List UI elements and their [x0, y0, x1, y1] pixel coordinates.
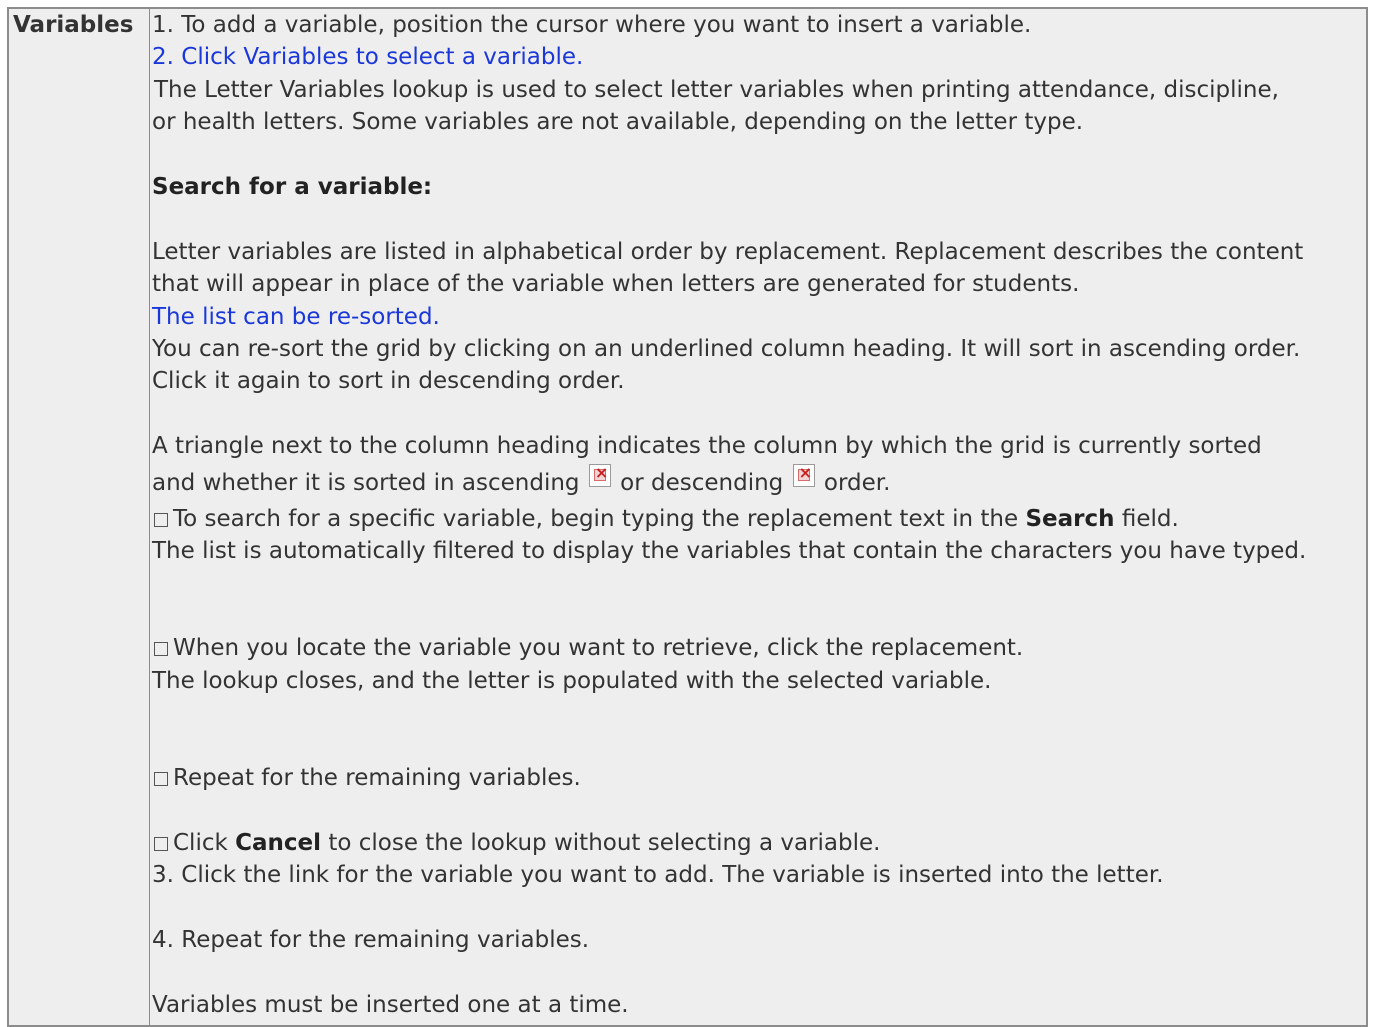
locate-result: The lookup closes, and the letter is pop… [152, 667, 992, 694]
row-content: 1. To add a variable, position the curso… [150, 8, 1368, 1026]
triangle-description-line-1: A triangle next to the column heading in… [152, 433, 1262, 460]
broken-image-icon [792, 463, 815, 487]
search-heading: Search for a variable: [152, 174, 433, 201]
checkbox-icon[interactable] [154, 836, 168, 851]
list-description-line-1: Letter variables are listed in alphabeti… [152, 238, 1304, 265]
resort-description-line-2: Click it again to sort in descending ord… [152, 368, 625, 395]
repeat-step: Repeat for the remaining variables. [152, 762, 1366, 794]
checkbox-icon[interactable] [154, 642, 168, 657]
resort-link[interactable]: The list can be re-sorted. [152, 301, 1366, 333]
step-4: 4. Repeat for the remaining variables. [152, 926, 590, 953]
search-result: The list is automatically filtered to di… [152, 538, 1307, 565]
triangle-text-a: and whether it is sorted in ascending [152, 469, 580, 496]
step-1: 1. To add a variable, position the curso… [152, 12, 1032, 38]
row-label: Variables [8, 8, 150, 1026]
checkbox-icon[interactable] [154, 771, 168, 786]
resort-description-line-1: You can re-sort the grid by clicking on … [152, 336, 1301, 363]
cancel-step: Click Cancel to close the lookup without… [152, 827, 1366, 859]
triangle-description-line-2: and whether it is sorted in ascending or… [152, 463, 1366, 503]
broken-image-icon [588, 463, 611, 487]
lookup-intro-line-1: The Letter Variables lookup is used to s… [154, 76, 1279, 103]
lookup-intro-line-2: or health letters. Some variables are no… [152, 109, 1084, 136]
footer-note: Variables must be inserted one at a time… [152, 991, 629, 1018]
checkbox-icon[interactable] [154, 512, 168, 527]
list-description-line-2: that will appear in place of the variabl… [152, 271, 1080, 298]
locate-step: When you locate the variable you want to… [152, 632, 1366, 664]
instruction-table: Variables 1. To add a variable, position… [7, 7, 1368, 1027]
click-variables-link[interactable]: 2. Click Variables to select a variable. [152, 41, 1366, 73]
triangle-text-b: or descending [620, 469, 784, 496]
step-3: 3. Click the link for the variable you w… [152, 862, 1164, 889]
search-step: To search for a specific variable, begin… [152, 503, 1366, 535]
triangle-text-c: order. [823, 469, 891, 496]
table-row: Variables 1. To add a variable, position… [8, 8, 1367, 1026]
